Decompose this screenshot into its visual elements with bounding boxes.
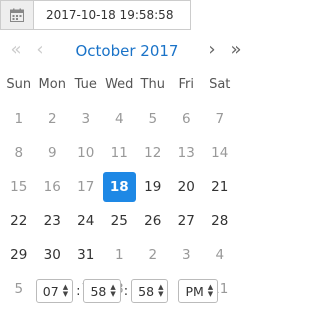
ampm-select[interactable]: PM ▲ ▼ [178, 279, 219, 303]
calendar-week-row: 22 23 24 25 26 27 28 [2, 204, 252, 238]
day-cell[interactable]: 23 [36, 206, 70, 236]
day-cell[interactable]: 12 [136, 138, 170, 168]
day-cell[interactable]: 10 [69, 138, 103, 168]
day-cell[interactable]: 30 [36, 240, 70, 270]
calendar-grid: Sun Mon Tue Wed Thu Fri Sat 1 2 3 4 5 6 7 8 9 10 1… [2, 68, 252, 306]
prev-year-button[interactable]: « [4, 36, 28, 64]
prev-month-button[interactable]: ‹ [28, 36, 52, 64]
minute-select[interactable]: 58 ▲ ▼ [83, 279, 121, 303]
calendar-icon [10, 8, 24, 22]
time-separator: : [123, 283, 129, 299]
day-cell[interactable]: 22 [2, 206, 36, 236]
calendar-nav: « ‹ October 2017 › » [2, 32, 252, 68]
day-cell[interactable]: 7 [203, 104, 237, 134]
day-cell[interactable]: 14 [203, 138, 237, 168]
day-cell[interactable]: 8 [2, 138, 36, 168]
day-cell[interactable]: 24 [69, 206, 103, 236]
datetime-picker: « ‹ October 2017 › » Sun Mon Tue Wed Thu… [2, 32, 252, 308]
spinner-arrows-icon: ▲ ▼ [158, 283, 164, 298]
calendar-week-row: 29 30 31 1 2 3 4 [2, 238, 252, 272]
day-cell[interactable]: 25 [103, 206, 137, 236]
calendar-week-row: 15 16 17 18 19 20 21 [2, 170, 252, 204]
weekday-label: Mon [38, 77, 66, 92]
weekday-header: Sun Mon Tue Wed Thu Fri Sat [2, 68, 252, 102]
day-cell[interactable]: 16 [36, 172, 70, 202]
weekday-label: Sun [6, 77, 32, 92]
day-cell[interactable]: 4 [103, 104, 137, 134]
date-input-group [0, 0, 254, 34]
day-cell[interactable]: 17 [69, 172, 103, 202]
day-cell[interactable]: 2 [36, 104, 70, 134]
weekday-label: Fri [178, 77, 195, 92]
ampm-value: PM [185, 283, 204, 299]
day-cell[interactable]: 13 [170, 138, 204, 168]
weekday-label: Wed [105, 77, 134, 92]
day-cell[interactable]: 20 [170, 172, 204, 202]
second-select[interactable]: 58 ▲ ▼ [131, 279, 169, 303]
selected-day-cell[interactable]: 18 [102, 172, 136, 202]
calendar-addon[interactable] [0, 0, 34, 30]
time-picker: 07 ▲ ▼ : 58 ▲ ▼ : 58 ▲ ▼ PM ▲ ▼ [2, 276, 252, 306]
month-year-title[interactable]: October 2017 [62, 42, 192, 60]
weekday-label: Thu [140, 77, 165, 92]
day-cell[interactable]: 2 [136, 240, 170, 270]
next-year-button[interactable]: » [224, 36, 248, 64]
day-cell[interactable]: 26 [136, 206, 170, 236]
minute-value: 58 [90, 283, 107, 299]
weekday-label: Tue [74, 77, 97, 92]
day-cell[interactable]: 31 [69, 240, 103, 270]
day-cell[interactable]: 1 [103, 240, 137, 270]
day-cell[interactable]: 6 [170, 104, 204, 134]
calendar-week-row: 8 9 10 11 12 13 14 [2, 136, 252, 170]
weekday-label: Sat [209, 77, 231, 92]
day-cell[interactable]: 29 [2, 240, 36, 270]
spinner-arrows-icon: ▲ ▼ [207, 283, 214, 298]
day-cell[interactable]: 21 [203, 172, 237, 202]
second-value: 58 [138, 283, 155, 299]
day-cell[interactable]: 3 [170, 240, 204, 270]
next-month-button[interactable]: › [200, 36, 224, 64]
day-cell[interactable]: 27 [170, 206, 204, 236]
day-cell[interactable]: 19 [136, 172, 170, 202]
time-separator: : [76, 283, 81, 299]
day-cell[interactable]: 1 [2, 104, 36, 134]
day-cell[interactable]: 3 [69, 104, 103, 134]
day-cell[interactable]: 4 [203, 240, 237, 270]
day-cell[interactable]: 5 [136, 104, 170, 134]
day-cell[interactable]: 9 [36, 138, 70, 168]
day-cell[interactable]: 11 [103, 138, 137, 168]
spinner-arrows-icon: ▲ ▼ [62, 283, 69, 298]
datetime-input[interactable] [33, 0, 191, 30]
day-cell[interactable]: 15 [2, 172, 36, 202]
hour-select[interactable]: 07 ▲ ▼ [35, 279, 74, 303]
day-cell[interactable]: 28 [203, 206, 237, 236]
calendar-week-row: 1234567 [2, 102, 252, 136]
spinner-arrows-icon: ▲ ▼ [110, 283, 116, 298]
hour-value: 07 [42, 283, 59, 299]
